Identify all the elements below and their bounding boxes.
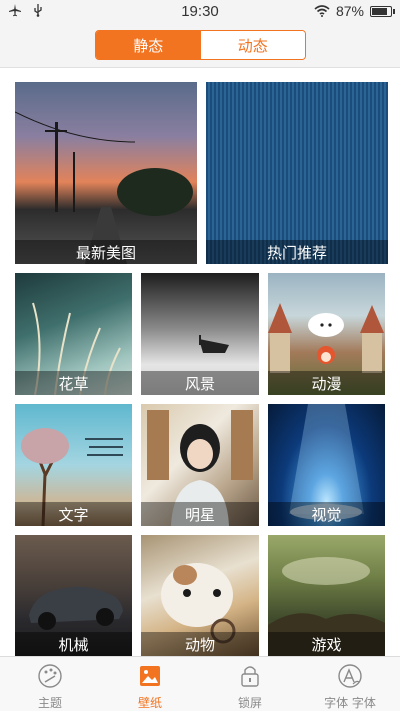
tile-label: 视觉 [268, 502, 385, 526]
tile-label: 花草 [15, 371, 132, 395]
category-tile-text[interactable]: 文字 [15, 404, 132, 526]
tile-label: 动物 [141, 632, 259, 656]
category-tile-hot[interactable]: 热门推荐 [206, 82, 388, 264]
wifi-icon [314, 5, 330, 17]
battery-icon [370, 5, 395, 17]
category-tile-anime[interactable]: 动漫 [268, 273, 385, 395]
tab-label: 锁屏 [237, 696, 262, 710]
tile-label: 热门推荐 [206, 240, 388, 264]
tile-label: 动漫 [268, 371, 385, 395]
tile-label: 风景 [141, 371, 259, 395]
wallpaper-icon [140, 666, 160, 686]
tile-label: 最新美图 [15, 240, 197, 264]
tab-label: 壁纸 [137, 696, 162, 710]
category-tile-scenery[interactable]: 风景 [141, 273, 259, 395]
lock-icon [241, 666, 259, 687]
tab-font[interactable]: 字体 字体 [300, 657, 400, 711]
tile-label: 明星 [141, 502, 259, 526]
category-tile-flowers[interactable]: 花草 [15, 273, 132, 395]
tab-lockscreen[interactable]: 锁屏 [200, 657, 300, 711]
category-tile-visual[interactable]: 视觉 [268, 404, 385, 526]
category-tile-newest[interactable]: 最新美图 [15, 82, 197, 264]
segment-bar: 静态 动态 [0, 24, 400, 68]
category-tile-machinery[interactable]: 机械 [15, 535, 132, 656]
wallpaper-grid: 最新美图 热门推荐 花草 风景 动漫 文字 明星 视觉 机械 动物 游戏 [0, 68, 400, 656]
bottom-tab-bar: 主题 壁纸 锁屏 字体 字体 [0, 656, 400, 711]
tab-static[interactable]: 静态 [96, 31, 201, 59]
category-tile-animals[interactable]: 动物 [141, 535, 259, 656]
category-tile-celebrity[interactable]: 明星 [141, 404, 259, 526]
palette-icon [38, 664, 62, 688]
tile-label: 机械 [15, 632, 132, 656]
status-bar: 19:30 87% [0, 0, 400, 24]
tile-label: 游戏 [268, 632, 385, 656]
tab-label: 主题 [37, 696, 62, 710]
tab-label: 字体 字体 [324, 696, 376, 710]
tab-theme[interactable]: 主题 [0, 657, 100, 711]
newest-thumbnail-image [15, 111, 193, 264]
battery-percent: 87% [335, 3, 364, 19]
static-dynamic-switch: 静态 动态 [95, 30, 306, 60]
tab-dynamic[interactable]: 动态 [200, 31, 305, 59]
tab-wallpaper[interactable]: 壁纸 [100, 657, 200, 711]
tile-label: 文字 [15, 502, 132, 526]
font-icon [338, 664, 362, 688]
category-tile-games[interactable]: 游戏 [268, 535, 385, 656]
